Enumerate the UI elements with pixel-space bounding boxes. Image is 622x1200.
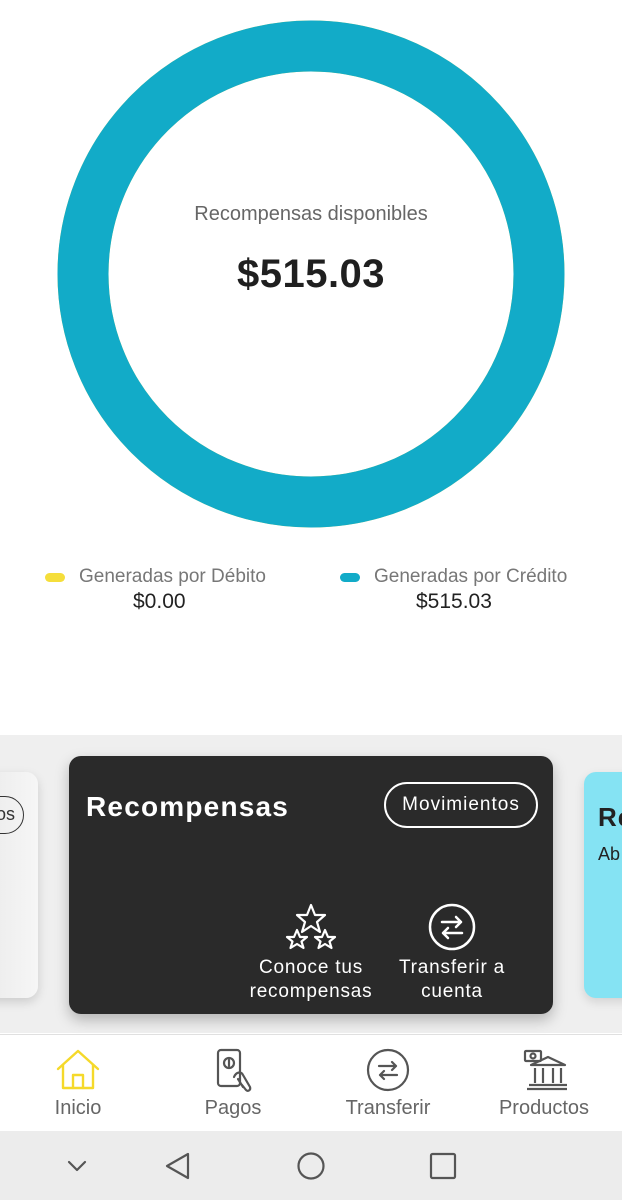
available-rewards-label: Recompensas disponibles — [194, 203, 428, 225]
card-next-subtitle: Ab — [598, 844, 621, 864]
rewards-card-title: Recompensas — [86, 791, 290, 822]
transfer-to-account-button[interactable]: Transferir a cuenta — [382, 902, 522, 1004]
home-circle-icon[interactable] — [294, 1149, 328, 1183]
phone-pay-icon — [216, 1048, 252, 1092]
movements-button[interactable]: Movimientos — [384, 782, 538, 828]
legend-credit-value: $515.03 — [416, 590, 492, 613]
card-previous[interactable]: os — [0, 772, 38, 998]
legend-debit-value: $0.00 — [133, 590, 186, 613]
legend-credit-dot — [340, 572, 360, 582]
legend-debit-name: Generadas por Débito — [79, 566, 266, 587]
bottom-navigation: Inicio Pagos Transferir Productos — [0, 1034, 622, 1131]
nav-label-pagos: Pagos — [204, 1097, 262, 1119]
legend-credit-name: Generadas por Crédito — [374, 566, 568, 587]
nav-label-inicio: Inicio — [54, 1097, 102, 1119]
rewards-donut-chart: Recompensas disponibles $515.03 — [57, 20, 565, 528]
nav-item-inicio[interactable]: Inicio — [8, 1047, 148, 1120]
nav-label-transferir: Transferir — [345, 1097, 431, 1119]
back-triangle-icon[interactable] — [160, 1149, 194, 1183]
chevron-down-icon[interactable] — [60, 1149, 94, 1183]
bank-icon — [523, 1049, 567, 1091]
legend-debit: Generadas por Débito $0.00 — [45, 566, 305, 614]
transfer-to-account-label: Transferir a cuenta — [398, 957, 506, 1002]
nav-item-pagos[interactable]: Pagos — [163, 1047, 303, 1120]
transfer-arrows-icon — [428, 903, 476, 951]
know-rewards-button[interactable]: Conoce tus recompensas — [241, 902, 381, 1004]
know-rewards-label: Conoce tus recompensas — [249, 957, 373, 1002]
card-next[interactable]: Re Ab — [584, 772, 622, 998]
nav-label-productos: Productos — [498, 1097, 590, 1119]
available-rewards-amount: $515.03 — [236, 252, 386, 296]
rewards-screen: Recompensas disponibles $515.03 Generada… — [0, 0, 622, 1200]
nav-item-productos[interactable]: Productos — [474, 1047, 614, 1120]
card-next-title: Re — [598, 802, 622, 832]
transfer-icon — [366, 1048, 410, 1092]
system-navigation-bar — [0, 1131, 622, 1200]
rewards-card: Recompensas Movimientos Conoce tus recom… — [69, 756, 553, 1014]
donut-legend: Generadas por Débito $0.00 Generadas por… — [0, 566, 622, 626]
donut-center: Recompensas disponibles $515.03 — [57, 20, 565, 528]
cards-carousel[interactable]: os Recompensas Movimientos Conoce tus re… — [0, 735, 622, 1033]
home-icon — [56, 1049, 100, 1090]
legend-debit-dot — [45, 572, 65, 582]
nav-item-transferir[interactable]: Transferir — [318, 1047, 458, 1120]
stars-icon — [285, 903, 337, 950]
card-previous-pill[interactable]: os — [0, 796, 24, 834]
legend-credit: Generadas por Crédito $515.03 — [340, 566, 610, 614]
recent-apps-square-icon[interactable] — [426, 1149, 460, 1183]
